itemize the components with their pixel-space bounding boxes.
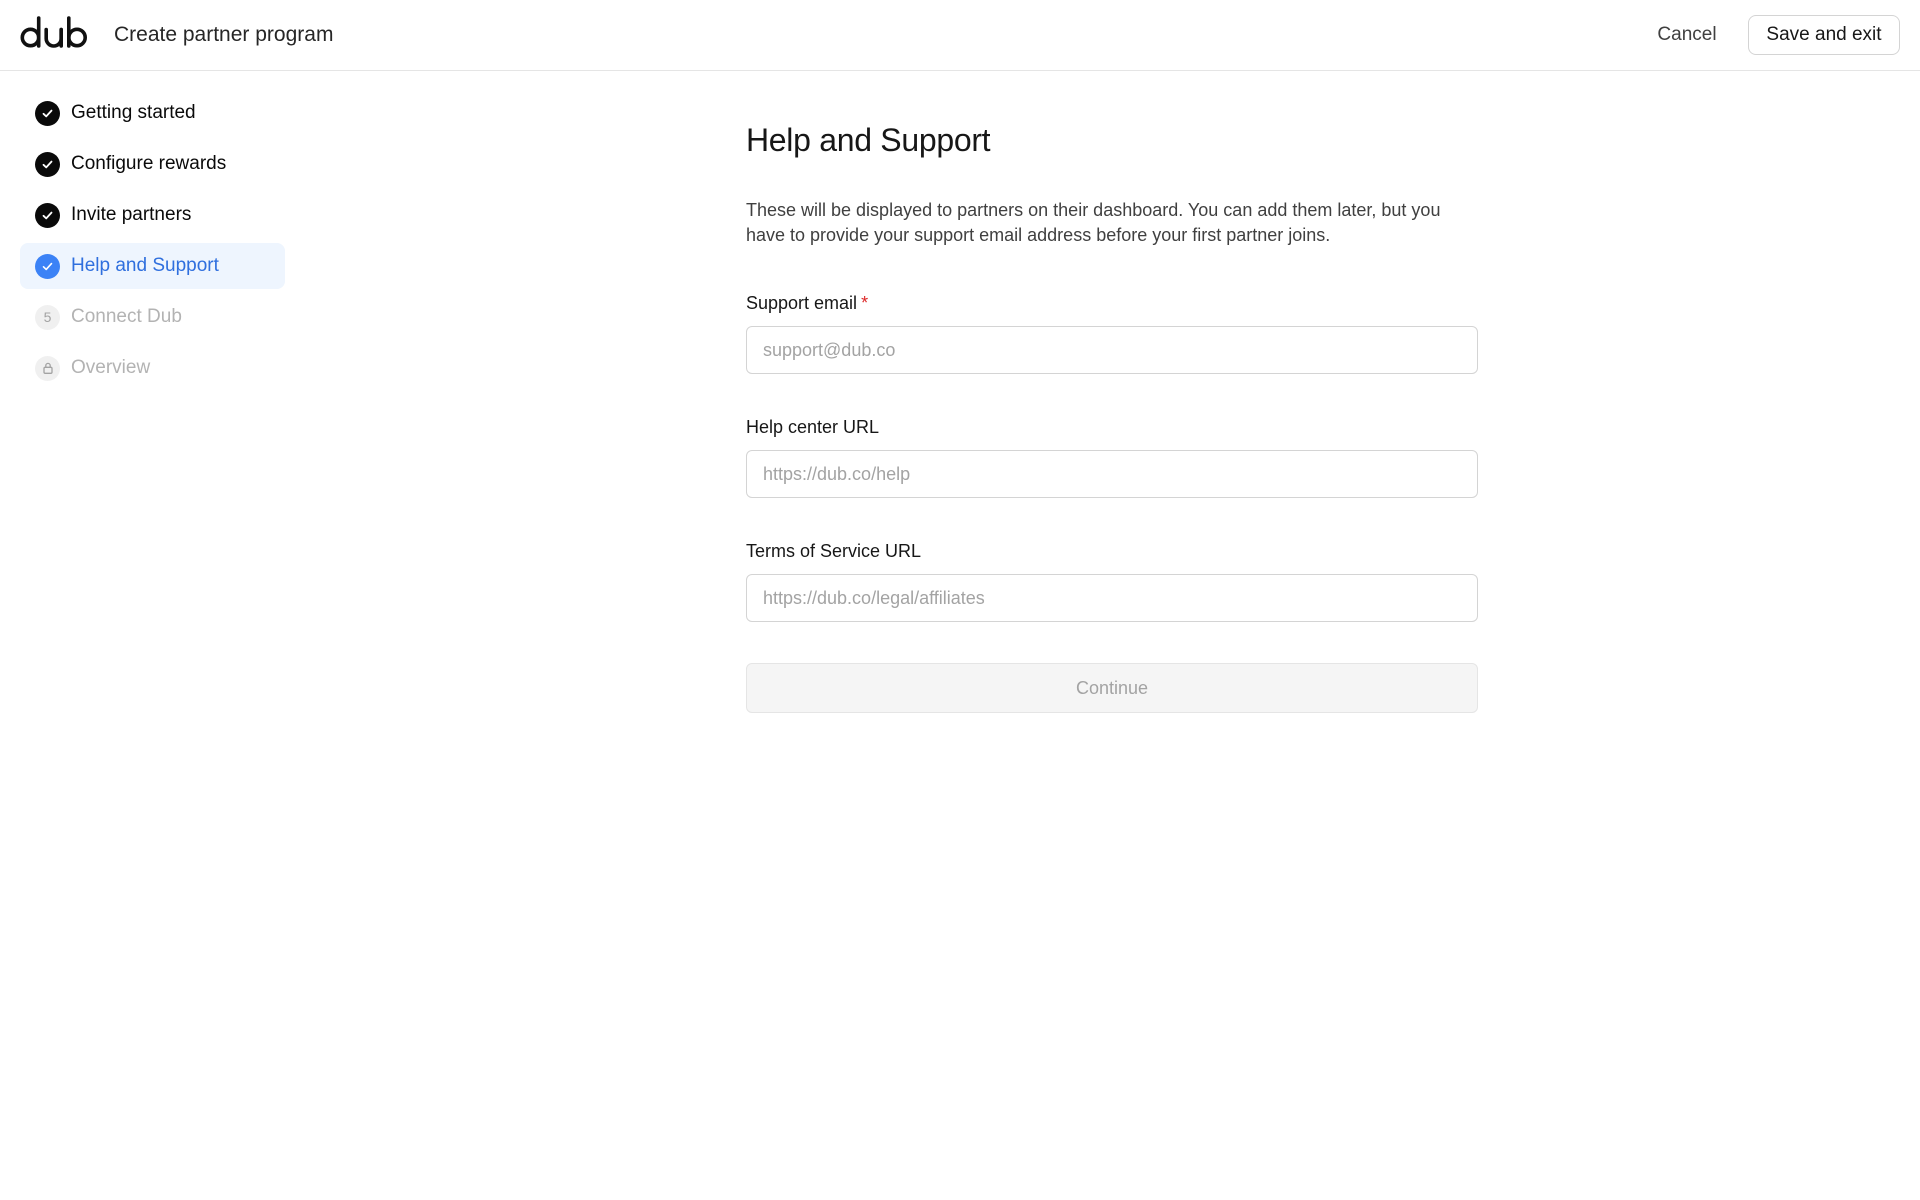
lock-icon	[35, 355, 60, 381]
page-description: These will be displayed to partners on t…	[746, 200, 1441, 245]
step-connect-dub: 5 Connect Dub	[20, 294, 285, 340]
page-title: Help and Support	[746, 122, 991, 158]
step-navigation: Getting started Configure rewards Invite…	[20, 90, 285, 396]
support-email-input[interactable]	[746, 326, 1478, 374]
help-support-form: Help and Support These will be displayed…	[746, 120, 1478, 713]
step-label: Connect Dub	[71, 306, 182, 327]
dub-logo[interactable]	[20, 14, 90, 52]
page-header-title: Create partner program	[114, 23, 334, 46]
help-center-url-input[interactable]	[746, 450, 1478, 498]
step-number-badge: 5	[35, 304, 60, 330]
required-marker: *	[861, 293, 869, 313]
help-center-group: Help center URL	[746, 416, 1478, 498]
step-overview: Overview	[20, 345, 285, 391]
check-circle-icon	[35, 100, 60, 126]
step-help-and-support[interactable]: Help and Support	[20, 243, 285, 289]
terms-group: Terms of Service URL	[746, 540, 1478, 622]
cancel-button[interactable]: Cancel	[1640, 16, 1734, 54]
step-label: Getting started	[71, 102, 196, 123]
step-configure-rewards[interactable]: Configure rewards	[20, 141, 285, 187]
step-label: Configure rewards	[71, 153, 227, 174]
step-invite-partners[interactable]: Invite partners	[20, 192, 285, 238]
step-label: Help and Support	[71, 255, 219, 276]
step-getting-started[interactable]: Getting started	[20, 90, 285, 136]
save-and-exit-button[interactable]: Save and exit	[1748, 15, 1900, 55]
terms-of-service-url-input[interactable]	[746, 574, 1478, 622]
continue-button[interactable]: Continue	[746, 663, 1478, 713]
top-bar: Create partner program Cancel Save and e…	[0, 0, 1920, 71]
help-center-url-label: Help center URL	[746, 417, 880, 437]
support-email-label-text: Support email	[746, 293, 858, 313]
terms-of-service-url-label: Terms of Service URL	[746, 541, 922, 561]
check-circle-icon	[35, 202, 60, 228]
check-circle-icon	[35, 151, 60, 177]
step-label: Invite partners	[71, 204, 192, 225]
support-email-label: Support email *	[746, 292, 1478, 314]
step-label: Overview	[71, 357, 151, 378]
support-email-group: Support email *	[746, 292, 1478, 374]
check-circle-icon	[35, 253, 60, 279]
